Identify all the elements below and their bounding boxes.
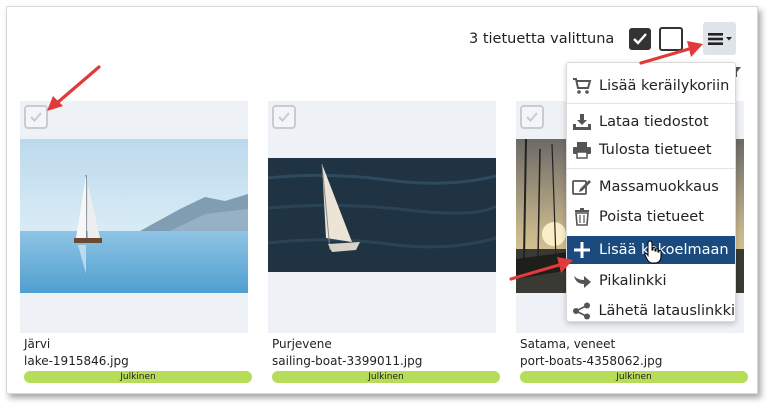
record-title: Satama, veneet <box>520 337 616 351</box>
edit-icon <box>571 177 593 197</box>
menu-item-label: Pikalinkki <box>599 273 667 289</box>
menu-divider <box>567 168 735 169</box>
menu-item-label: Tulosta tietueet <box>599 142 712 158</box>
record-card[interactable] <box>20 101 248 333</box>
share-icon <box>571 301 592 321</box>
menu-item-label: Lähetä latauslinkki <box>598 303 735 319</box>
record-info: Järvi lake-1915846.jpg Julkinen <box>24 336 252 383</box>
actions-menu-button[interactable] <box>703 22 736 55</box>
screenshot-frame: 3 tietuetta valittuna Järvi lake-1915846… <box>6 6 758 394</box>
menu-item-download-files[interactable]: Lataa tiedostot <box>567 108 735 136</box>
menu-item-label: Poista tietueet <box>599 209 704 225</box>
cart-icon <box>571 76 593 96</box>
download-icon <box>571 112 593 132</box>
print-icon <box>571 140 593 160</box>
menu-item-delete-records[interactable]: Poista tietueet <box>567 203 735 231</box>
menu-item-quick-link[interactable]: Pikalinkki <box>567 267 735 295</box>
record-info: Satama, veneet port-boats-4358062.jpg Ju… <box>520 336 748 383</box>
check-icon <box>278 112 290 122</box>
trash-icon <box>571 207 593 227</box>
record-title: Purjevene <box>272 337 332 351</box>
status-badge: Julkinen <box>520 371 748 383</box>
check-icon <box>526 112 538 122</box>
record-filename[interactable]: sailing-boat-3399011.jpg <box>272 353 500 370</box>
menu-item-print-records[interactable]: Tulosta tietueet <box>567 136 735 164</box>
record-title: Järvi <box>24 337 51 351</box>
annotation-arrow-icon <box>509 257 573 281</box>
check-icon <box>30 112 42 122</box>
menu-icon <box>707 32 732 45</box>
record-filename[interactable]: port-boats-4358062.jpg <box>520 353 748 370</box>
menu-item-send-download-link[interactable]: Lähetä latauslinkki <box>567 297 735 325</box>
sailboat-photo <box>268 158 496 272</box>
menu-item-label: Lataa tiedostot <box>599 114 709 130</box>
record-filename[interactable]: lake-1915846.jpg <box>24 353 252 370</box>
menu-divider <box>567 103 735 104</box>
menu-item-label: Massamuokkaus <box>599 179 719 195</box>
annotation-arrow-icon <box>47 65 101 111</box>
record-info: Purjevene sailing-boat-3399011.jpg Julki… <box>272 336 500 383</box>
status-badge: Julkinen <box>272 371 500 383</box>
menu-item-add-to-cart[interactable]: Lisää keräilykoriin <box>567 72 735 100</box>
record-checkbox[interactable] <box>272 105 296 129</box>
hand-cursor-icon <box>644 240 662 264</box>
annotation-arrow-icon <box>639 41 703 65</box>
lake-photo <box>20 139 248 293</box>
menu-item-label: Lisää keräilykoriin <box>599 78 730 94</box>
selection-count: 3 tietuetta valittuna <box>469 31 615 47</box>
record-checkbox[interactable] <box>520 105 544 129</box>
menu-item-mass-edit[interactable]: Massamuokkaus <box>567 173 735 201</box>
menu-item-label: Lisää kokoelmaan <box>599 242 729 258</box>
record-card[interactable] <box>268 101 496 333</box>
actions-dropdown: Lisää keräilykoriin Lataa tiedostot Tulo… <box>566 62 736 322</box>
status-badge: Julkinen <box>24 371 252 383</box>
